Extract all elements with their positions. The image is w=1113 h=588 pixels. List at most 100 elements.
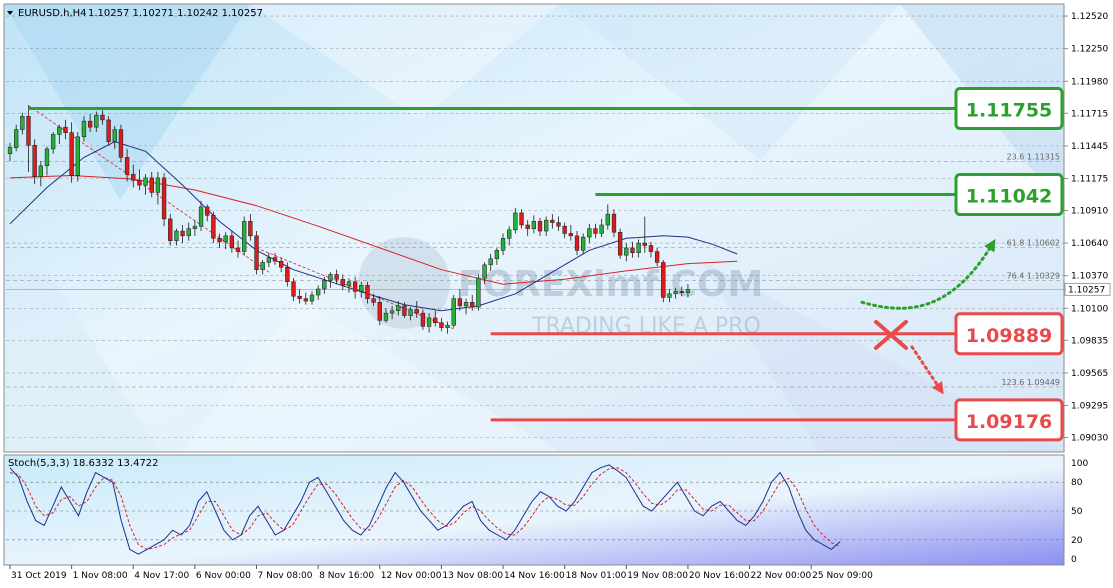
candle-body [303,298,308,302]
candle-body [500,238,506,251]
candle-body [457,298,463,307]
candle-body [106,119,111,142]
candle-body [137,180,142,186]
fib-label: 123.6 1.09449 [1001,378,1060,387]
candle-body [519,212,524,226]
candle-body [470,302,475,308]
fib-label: 61.8 1.10602 [1007,239,1060,248]
candle-body [636,242,641,254]
candle-body [463,302,469,307]
chart-header: EURUSD.h,H4 1.10257 1.10271 1.10242 1.10… [7,8,263,19]
stoch-tick-label: 0 [1071,555,1077,565]
x-tick-label: 19 Nov 08:00 [627,571,688,581]
candle-body [377,302,382,321]
candle-body [654,251,660,263]
candle-body [544,219,549,232]
candle-body [488,258,493,266]
candle-body [359,285,364,292]
y-tick-label: 1.09030 [1071,434,1108,444]
candle-body [371,298,376,303]
x-tick-label: 25 Nov 09:00 [812,571,873,581]
candle-body [322,280,327,290]
candle-body [642,242,647,246]
candle-body [315,288,321,296]
candle-body [580,236,586,251]
candle-body [285,266,290,282]
candle-body [414,309,419,314]
ohlc-label: 1.10257 1.10271 1.10242 1.10257 [88,8,263,19]
candle-body [38,165,43,177]
candle-body [568,233,573,237]
stoch-tick-label: 50 [1071,507,1083,517]
candle-body [630,247,635,254]
candle-body [223,235,228,243]
candle-body [143,177,148,186]
candle-body [611,213,617,233]
candle-body [205,206,210,216]
candle-body [352,281,358,292]
candle-body [81,120,87,138]
candle-body [617,231,623,256]
candle-body [217,238,222,243]
x-tick-label: 8 Nov 16:00 [319,571,374,581]
candle-body [531,221,537,229]
candle-body [279,260,284,268]
candle-body [334,274,339,280]
candle-body [365,285,370,299]
candle-body [26,116,31,146]
support-level-label: 1.09176 [966,411,1053,433]
candle-body [235,247,241,252]
trading-chart: FOREXimf.COM TRADING LIKE A PRO 23.6 1.1… [3,3,1111,581]
stoch-tick-label: 100 [1071,459,1088,469]
candle-body [229,235,235,249]
candle-body [87,120,93,128]
candle-body [94,114,99,128]
candle-body [260,262,265,270]
x-tick-label: 13 Nov 08:00 [442,571,503,581]
candle-body [494,250,500,260]
time-axis: 31 Oct 2019 1 Nov 08:00 4 Nov 17:00 6 Nov 0… [9,565,873,581]
candle-body [69,132,74,176]
candle-body [50,134,56,150]
x-tick-label: 1 Nov 08:00 [73,571,128,581]
candle-body [44,148,50,167]
candle-body [451,298,456,326]
x-tick-label: 7 Nov 08:00 [258,571,313,581]
stoch-tick-label: 80 [1071,478,1083,488]
x-tick-label: 14 Nov 16:00 [504,571,565,581]
candle-body [272,257,278,262]
y-tick-label: 1.10370 [1071,272,1108,282]
y-tick-label: 1.11445 [1071,142,1108,152]
candle-body [513,212,518,231]
candle-body [131,174,136,181]
stoch-title: Stoch(5,3,3) 18.6332 13.4722 [8,458,159,469]
candle-body [242,221,247,252]
fib-label: 23.6 1.11315 [1007,153,1060,162]
candle-body [537,221,543,232]
candle-body [574,235,580,251]
candle-body [648,245,654,252]
candle-body [550,219,555,223]
candle-body [124,157,130,175]
candle-body [14,129,19,148]
x-tick-label: 31 Oct 2019 [11,571,67,581]
candle-body [75,136,80,176]
candle-body [383,312,389,321]
y-tick-label: 1.09295 [1071,402,1108,412]
candle-body [679,291,684,293]
y-tick-label: 1.11175 [1071,174,1108,184]
candle-body [556,222,561,227]
x-tick-label: 6 Nov 00:00 [196,571,251,581]
resistance-level-label: 1.11755 [966,99,1053,121]
y-tick-label: 1.10640 [1071,239,1108,249]
fib-label: 76.4 1.10329 [1007,272,1060,281]
candle-body [168,218,173,241]
candle-body [433,317,438,324]
x-tick-label: 12 Nov 00:00 [381,571,442,581]
candle-body [161,177,167,220]
candle-body [673,291,678,295]
support-level-label: 1.09889 [966,325,1053,347]
candle-body [100,114,105,121]
y-tick-label: 1.10910 [1071,206,1108,216]
candle-body [198,206,204,227]
